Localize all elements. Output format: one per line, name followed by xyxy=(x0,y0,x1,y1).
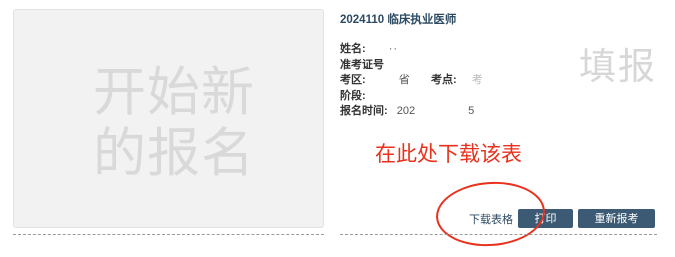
field-admission-id-label: 准考证号 xyxy=(340,59,384,71)
new-registration-card[interactable]: 开始新 的报名 xyxy=(13,9,324,228)
new-registration-label-line2: 的报名 xyxy=(93,123,255,184)
field-exam-point: 考点: 考 xyxy=(431,71,484,87)
field-name-label: 姓名: xyxy=(340,43,366,55)
field-name-value: ·· xyxy=(388,43,399,55)
field-registration-time-value-start: 202 xyxy=(396,105,416,117)
reapply-button[interactable]: 重新报考 xyxy=(578,209,655,228)
field-admission-id: 准考证号 xyxy=(340,56,384,72)
field-exam-area-value: 省 xyxy=(398,74,411,86)
annotation-circle xyxy=(433,178,548,250)
field-exam-point-label: 考点: xyxy=(431,74,457,86)
field-stage-label: 阶段: xyxy=(340,90,366,102)
field-registration-time-label: 报名时间: xyxy=(340,105,388,117)
divider-left xyxy=(13,234,324,235)
annotation-text: 在此处下载该表 xyxy=(375,142,522,166)
field-registration-time-value-end: 5 xyxy=(468,105,475,117)
divider-right xyxy=(340,234,657,235)
field-exam-area: 考区: 省 xyxy=(340,71,411,87)
status-watermark: 填报 xyxy=(579,45,657,88)
field-name: 姓名: ·· xyxy=(340,40,398,56)
field-stage: 阶段: xyxy=(340,87,366,103)
field-exam-point-value: 考 xyxy=(471,74,484,86)
new-registration-label: 开始新 的报名 xyxy=(74,62,274,184)
field-registration-time: 报名时间: 202 5 xyxy=(340,102,474,118)
new-registration-label-line1: 开始新 xyxy=(93,62,255,123)
field-exam-area-label: 考区: xyxy=(340,74,366,86)
exam-title: 2024110 临床执业医师 xyxy=(340,14,457,26)
